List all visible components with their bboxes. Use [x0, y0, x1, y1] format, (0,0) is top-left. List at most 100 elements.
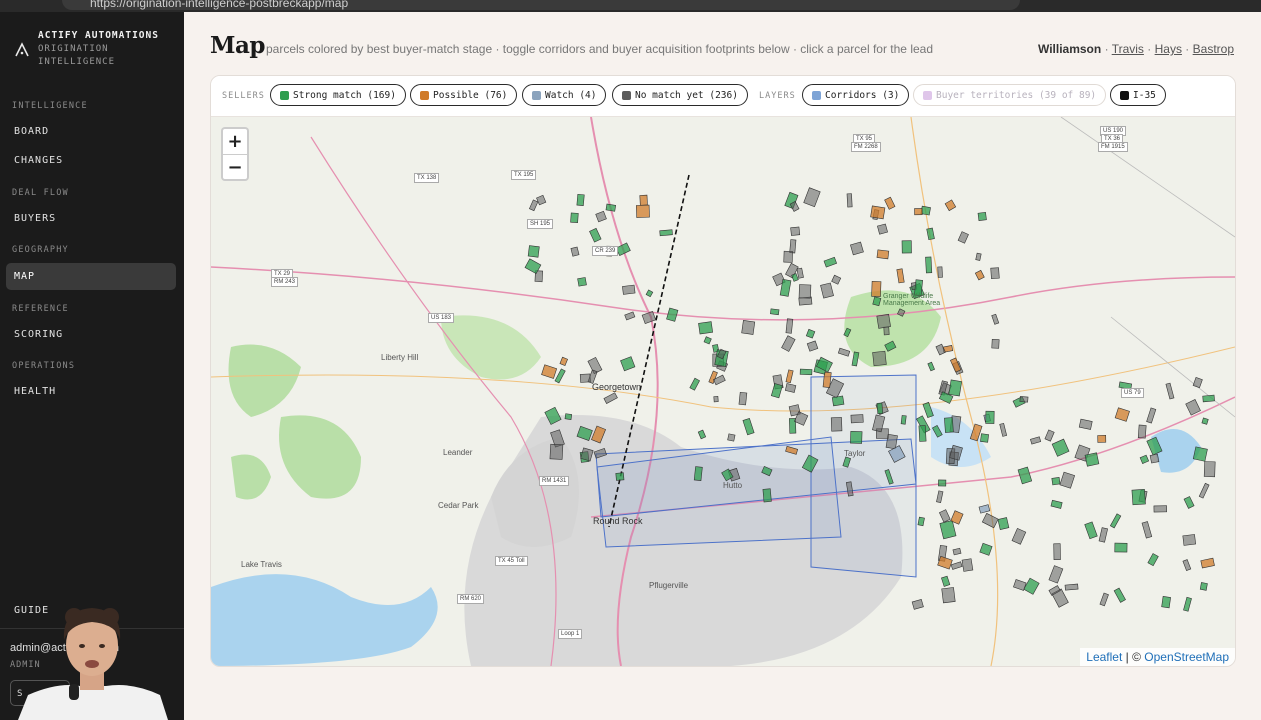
region-link-travis[interactable]: Travis: [1112, 42, 1144, 56]
parcel[interactable]: [1182, 534, 1197, 546]
map-svg[interactable]: [211, 117, 1235, 666]
parcel[interactable]: [850, 430, 863, 444]
parcel[interactable]: [790, 226, 801, 236]
parcel[interactable]: [1019, 396, 1029, 403]
parcel[interactable]: [659, 229, 673, 237]
nav-item-map[interactable]: MAP: [6, 263, 176, 290]
parcel[interactable]: [938, 479, 947, 487]
filter-possible[interactable]: Possible (76): [410, 84, 518, 106]
parcel[interactable]: [937, 266, 943, 278]
parcel[interactable]: [900, 415, 907, 425]
filter-strong-match[interactable]: Strong match (169): [270, 84, 406, 106]
layer-i35[interactable]: I-35: [1110, 84, 1166, 106]
nav-item-buyers[interactable]: BUYERS: [6, 205, 176, 232]
parcel[interactable]: [1149, 453, 1160, 464]
parcel[interactable]: [846, 193, 853, 208]
parcel[interactable]: [1161, 596, 1171, 609]
parcel[interactable]: [615, 472, 625, 481]
nav-item-scoring[interactable]: SCORING: [6, 321, 176, 348]
parcel[interactable]: [918, 425, 927, 442]
parcel[interactable]: [741, 320, 756, 335]
parcel[interactable]: [693, 466, 703, 481]
parcel[interactable]: [1053, 543, 1061, 561]
parcel[interactable]: [605, 203, 617, 212]
parcel[interactable]: [831, 395, 845, 407]
parcel[interactable]: [977, 211, 987, 221]
parcel[interactable]: [944, 417, 954, 433]
parcel[interactable]: [885, 433, 898, 450]
parcel[interactable]: [870, 205, 886, 220]
layer-corridors[interactable]: Corridors (3): [802, 84, 910, 106]
zoom-in-button[interactable]: +: [223, 129, 247, 154]
parcel[interactable]: [941, 587, 956, 604]
parcel[interactable]: [1051, 477, 1061, 486]
parcel[interactable]: [1131, 489, 1146, 506]
parcel[interactable]: [570, 212, 579, 223]
nav-item-board[interactable]: BOARD: [6, 118, 176, 145]
parcel[interactable]: [830, 417, 843, 432]
parcel[interactable]: [789, 239, 797, 254]
parcel[interactable]: [713, 395, 719, 403]
parcel[interactable]: [948, 379, 963, 397]
parcel[interactable]: [917, 516, 925, 527]
parcel[interactable]: [798, 284, 812, 299]
parcel[interactable]: [622, 284, 636, 295]
parcel[interactable]: [961, 558, 974, 572]
parcel[interactable]: [799, 368, 813, 376]
parcel[interactable]: [980, 433, 989, 443]
parcel[interactable]: [1084, 452, 1100, 467]
parcel[interactable]: [1064, 583, 1079, 591]
parcel[interactable]: [883, 326, 890, 336]
parcel[interactable]: [1097, 435, 1107, 443]
parcel[interactable]: [738, 391, 748, 406]
layer-buyer-territories[interactable]: Buyer territories (39 of 89): [913, 84, 1107, 106]
parcel[interactable]: [1203, 461, 1216, 478]
parcel[interactable]: [1137, 424, 1147, 439]
nav-item-changes[interactable]: CHANGES: [6, 147, 176, 174]
parcel[interactable]: [1153, 505, 1168, 513]
region-link-bastrop[interactable]: Bastrop: [1193, 42, 1234, 56]
parcel[interactable]: [783, 250, 793, 263]
zoom-out-button[interactable]: −: [223, 154, 247, 180]
parcel[interactable]: [579, 373, 591, 383]
nav-item-health[interactable]: HEALTH: [6, 378, 176, 405]
parcel[interactable]: [762, 488, 772, 503]
parcel[interactable]: [990, 267, 1000, 279]
filter-watch[interactable]: Watch (4): [522, 84, 607, 106]
parcel[interactable]: [876, 402, 884, 415]
map-canvas[interactable]: + − Georgetown Round Rock Hutto Taylor L…: [211, 117, 1235, 666]
parcel[interactable]: [1202, 394, 1215, 403]
address-bar[interactable]: https://origination-intelligence-postbre…: [62, 0, 1020, 10]
parcel[interactable]: [527, 245, 540, 258]
parcel[interactable]: [635, 204, 650, 218]
parcel[interactable]: [985, 410, 995, 424]
parcel[interactable]: [850, 414, 864, 424]
parcel[interactable]: [1199, 582, 1208, 591]
parcel[interactable]: [991, 338, 1000, 349]
parcel[interactable]: [1201, 417, 1209, 425]
parcel[interactable]: [698, 321, 714, 335]
parcel[interactable]: [1114, 542, 1128, 553]
parcel[interactable]: [577, 277, 587, 287]
filter-no-match[interactable]: No match yet (236): [612, 84, 748, 106]
region-link-hays[interactable]: Hays: [1155, 42, 1182, 56]
parcel[interactable]: [872, 350, 887, 367]
parcel[interactable]: [1192, 446, 1208, 462]
openstreetmap-link[interactable]: OpenStreetMap: [1144, 650, 1229, 664]
parcel[interactable]: [785, 318, 794, 334]
parcel[interactable]: [564, 413, 573, 420]
parcel[interactable]: [997, 517, 1010, 530]
parcel[interactable]: [901, 240, 912, 254]
parcel[interactable]: [727, 433, 736, 442]
parcel[interactable]: [871, 280, 882, 297]
parcel[interactable]: [549, 443, 564, 460]
parcel[interactable]: [770, 308, 780, 316]
parcel[interactable]: [914, 208, 923, 216]
parcel[interactable]: [576, 193, 585, 206]
parcel[interactable]: [639, 194, 648, 206]
parcel[interactable]: [876, 249, 890, 260]
parcel[interactable]: [876, 313, 891, 329]
parcel[interactable]: [877, 223, 888, 235]
parcel[interactable]: [925, 256, 933, 274]
leaflet-link[interactable]: Leaflet: [1086, 650, 1122, 664]
